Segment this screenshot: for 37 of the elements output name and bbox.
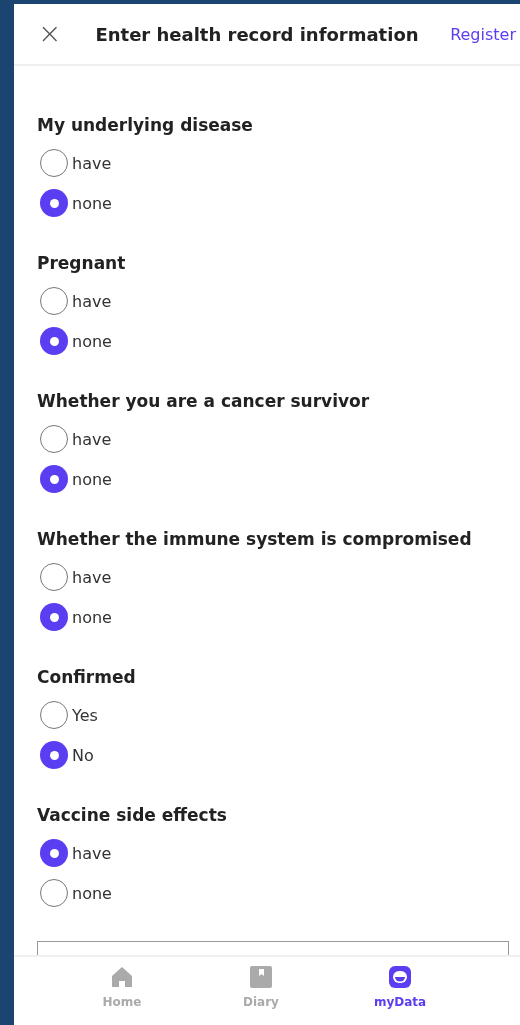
option-label[interactable]: none xyxy=(72,607,112,627)
option-label[interactable]: none xyxy=(72,469,112,489)
option-label[interactable]: have xyxy=(72,291,112,311)
question-title: My underlying disease xyxy=(37,114,253,137)
question-title: Whether the immune system is compromised xyxy=(37,528,472,551)
radio-button[interactable] xyxy=(40,327,68,355)
question-title: Whether you are a cancer survivor xyxy=(37,390,370,413)
option-label[interactable]: have xyxy=(72,429,112,449)
home-icon xyxy=(110,965,134,989)
radio-button[interactable] xyxy=(40,287,68,315)
radio-button[interactable] xyxy=(40,603,68,631)
radio-button[interactable] xyxy=(40,425,68,453)
option-label[interactable]: have xyxy=(72,567,112,587)
nav-tab[interactable]: myData xyxy=(358,957,442,1025)
question-title: Pregnant xyxy=(37,252,126,275)
option-label[interactable]: none xyxy=(72,331,112,351)
radio-button[interactable] xyxy=(40,741,68,769)
radio-button[interactable] xyxy=(40,879,68,907)
bookmark-icon xyxy=(249,965,273,989)
radio-button[interactable] xyxy=(40,149,68,177)
option-label[interactable]: have xyxy=(72,843,112,863)
radio-button[interactable] xyxy=(40,563,68,591)
page-title: Enter health record information xyxy=(95,23,419,45)
close-button[interactable]: × xyxy=(38,20,62,48)
option-label[interactable]: No xyxy=(72,745,94,765)
radio-button[interactable] xyxy=(40,701,68,729)
face-icon xyxy=(388,965,412,989)
option-label[interactable]: none xyxy=(72,193,112,213)
question-title: Confirmed xyxy=(37,666,136,689)
radio-button[interactable] xyxy=(40,189,68,217)
register-button[interactable]: Register xyxy=(450,24,516,44)
option-label[interactable]: none xyxy=(72,883,112,903)
radio-button[interactable] xyxy=(40,839,68,867)
radio-button[interactable] xyxy=(40,465,68,493)
option-label[interactable]: Yes xyxy=(72,705,98,725)
question-title: Vaccine side effects xyxy=(37,804,227,827)
option-label[interactable]: have xyxy=(72,153,112,173)
